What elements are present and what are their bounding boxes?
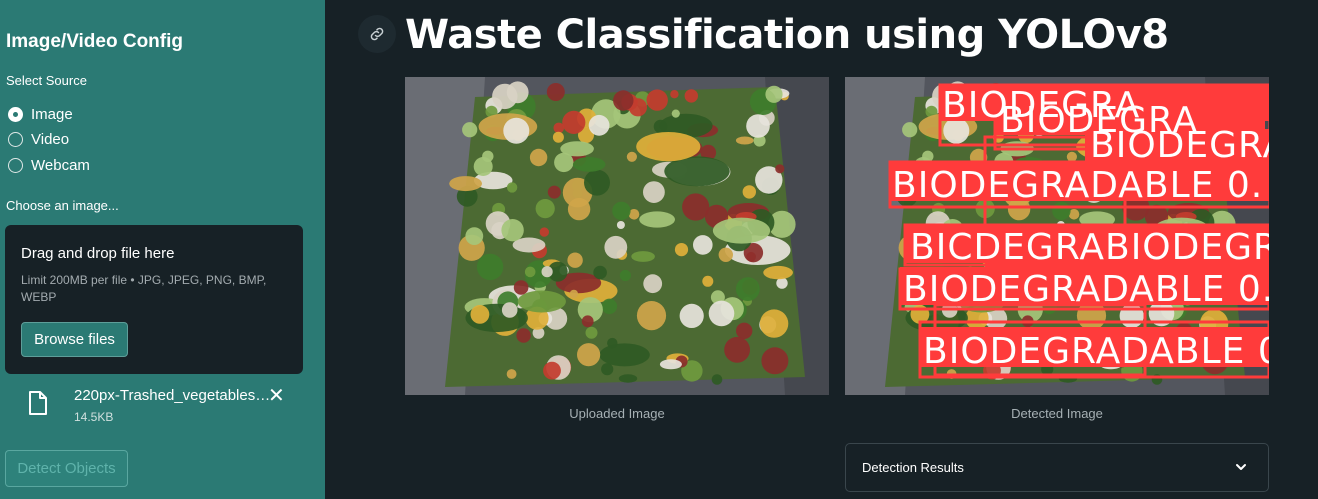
dropzone-hint: Limit 200MB per file • JPG, JPEG, PNG, B…	[21, 273, 267, 304]
file-dropzone[interactable]: Drag and drop file here Limit 200MB per …	[5, 225, 303, 374]
dropzone-title: Drag and drop file here	[21, 245, 175, 262]
chevron-down-icon	[1236, 464, 1246, 470]
radio-label: Image	[31, 106, 73, 123]
detection-label: BIODEGRADABLE 0.	[892, 165, 1263, 206]
radio-dot-icon	[8, 132, 23, 147]
file-icon	[29, 391, 47, 415]
detect-objects-button[interactable]: Detect Objects	[5, 450, 128, 487]
radio-webcam[interactable]: Webcam	[8, 157, 90, 174]
detection-label: BIODEGRADABLE 0	[923, 331, 1269, 372]
radio-label: Webcam	[31, 157, 90, 174]
link-glyph-icon	[370, 27, 384, 41]
radio-dot-icon	[8, 158, 23, 173]
page-title: Waste Classification using YOLOv8	[405, 12, 1169, 58]
detection-label: BIODEGRA	[1090, 125, 1269, 166]
radio-label: Video	[31, 131, 70, 148]
radio-dot-icon	[8, 107, 23, 122]
file-size: 14.5KB	[74, 410, 114, 424]
close-icon[interactable]: ✕	[268, 385, 285, 407]
select-source-label: Select Source	[6, 73, 87, 88]
radio-video[interactable]: Video	[8, 131, 69, 148]
sidebar: Image/Video Config Select Source Image V…	[0, 0, 325, 499]
radio-image[interactable]: Image	[8, 106, 73, 123]
detection-label: BIODEGRADABLE 0.	[903, 269, 1269, 310]
detected-photo: BIODEGRA BIODEGRA BIODEGRA BIODEGRADABLE…	[845, 77, 1269, 395]
uploaded-image-caption: Uploaded Image	[569, 406, 665, 421]
sidebar-title: Image/Video Config	[6, 31, 184, 52]
uploaded-image	[405, 77, 829, 395]
browse-files-button[interactable]: Browse files	[21, 322, 128, 357]
detection-results-label: Detection Results	[862, 460, 964, 475]
choose-image-label: Choose an image...	[6, 198, 119, 213]
detection-results-expander[interactable]: Detection Results	[845, 443, 1269, 492]
uploaded-file-item: 220px-Trashed_vegetables… 14.5KB ✕	[28, 385, 298, 429]
detected-image: BIODEGRA BIODEGRA BIODEGRA BIODEGRADABLE…	[845, 77, 1269, 395]
detected-image-caption: Detected Image	[1011, 406, 1103, 421]
vegetable-waste-photo	[405, 77, 829, 395]
detection-label: BICDEGRABIODEGRAD	[910, 227, 1269, 268]
file-name: 220px-Trashed_vegetables…	[74, 387, 271, 404]
link-icon[interactable]	[358, 15, 396, 53]
